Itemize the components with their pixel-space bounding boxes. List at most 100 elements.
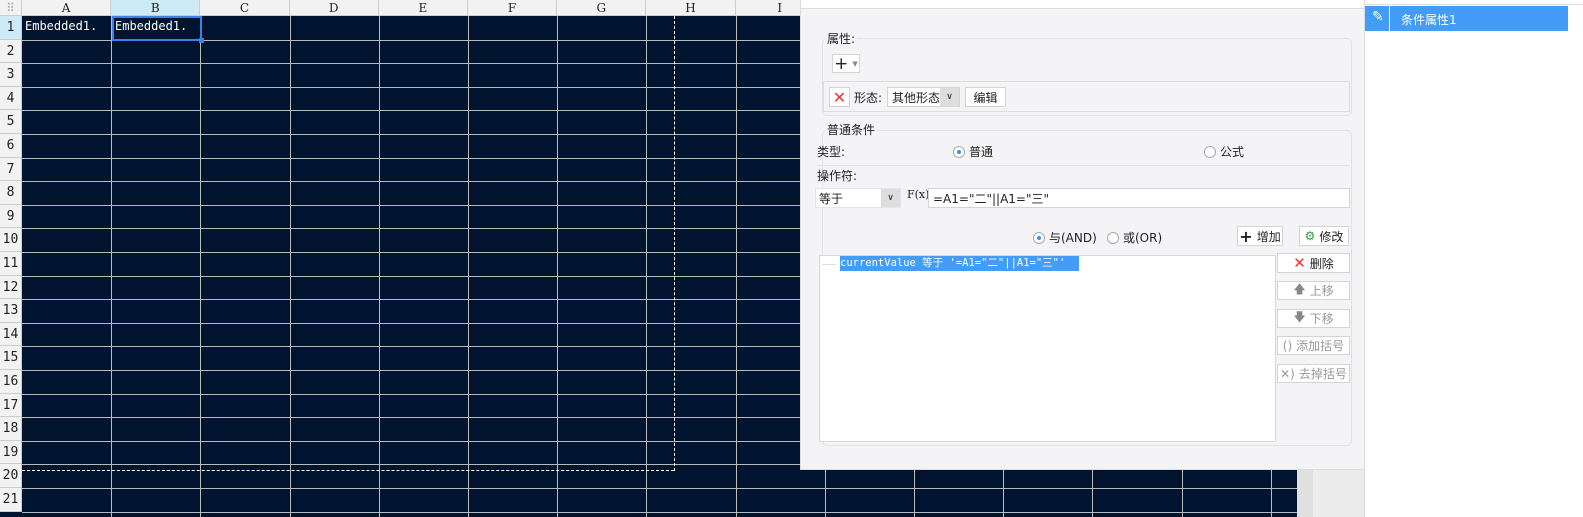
condition-list[interactable]: currentValue 等于 '=A1="二"||A1="三"' — [819, 255, 1276, 442]
move-up-button[interactable]: 🡅 上移 — [1277, 281, 1350, 300]
edit-button[interactable]: 编辑 — [965, 87, 1006, 107]
row-header-1[interactable]: 1 — [0, 16, 22, 40]
grid-line — [22, 346, 800, 348]
select-all-corner[interactable]: ⠿ — [0, 0, 22, 16]
pencil-icon: ✎ — [1372, 9, 1384, 25]
grid-line — [468, 16, 469, 517]
grid-line — [289, 16, 291, 517]
grid-line — [200, 16, 202, 517]
grid-line — [22, 86, 800, 88]
grid-line — [22, 440, 800, 442]
grid-line — [22, 417, 800, 419]
panel-header — [1365, 0, 1583, 5]
row-header-7[interactable]: 7 — [0, 157, 22, 182]
row-header-8[interactable]: 8 — [0, 181, 22, 205]
scroll-area — [1313, 470, 1364, 517]
column-header-c[interactable]: C — [200, 0, 290, 16]
row-header-18[interactable]: 18 — [0, 417, 22, 441]
condition-attribute-dialog: 属性: + ▼ ✕ 形态: 其他形态 ∨ 编辑 普通条件 类型: 普通 公式 操作符… — [800, 0, 1365, 470]
row-header-17[interactable]: 17 — [0, 393, 22, 418]
page-break-horizontal — [22, 470, 674, 471]
row-header-11[interactable]: 11 — [0, 252, 22, 276]
add-parenthesis-button[interactable]: () 添加括号 — [1277, 336, 1350, 355]
column-header-a[interactable]: A — [22, 0, 112, 16]
add-condition-button[interactable]: + 增加 — [1237, 226, 1283, 246]
delete-button[interactable]: ✕ 删除 — [1277, 253, 1350, 273]
grid-line — [22, 511, 1297, 513]
row-header-21[interactable]: 21 — [0, 488, 22, 512]
fill-handle[interactable] — [199, 38, 204, 43]
side-item-condition-1[interactable]: ✎ 条件属性1 — [1365, 6, 1568, 31]
column-header-f[interactable]: F — [468, 0, 558, 16]
row-header-2[interactable]: 2 — [0, 39, 22, 64]
remove-parenthesis-button[interactable]: ✕) 去掉括号 — [1277, 364, 1350, 383]
row-header-20[interactable]: 20 — [0, 464, 22, 488]
grid-line — [111, 16, 113, 517]
column-header-h[interactable]: H — [646, 0, 736, 16]
row-header-12[interactable]: 12 — [0, 275, 22, 300]
grid-line — [22, 275, 800, 277]
row-header-19[interactable]: 19 — [0, 440, 22, 465]
row-header-14[interactable]: 14 — [0, 322, 22, 347]
grid-line — [22, 252, 800, 253]
type-label: 类型: — [817, 145, 846, 159]
dialog-title-bar — [801, 0, 1365, 9]
row-header-10[interactable]: 10 — [0, 228, 22, 252]
row-header-6[interactable]: 6 — [0, 134, 22, 158]
grid-line — [1092, 470, 1094, 517]
type-radio-normal[interactable]: 普通 — [953, 143, 993, 160]
row-header-3[interactable]: 3 — [0, 63, 22, 87]
grid-line — [22, 63, 800, 65]
type-radio-formula[interactable]: 公式 — [1204, 143, 1244, 160]
form-label: 形态: — [854, 91, 883, 105]
tree-line — [822, 264, 836, 265]
column-header-g[interactable]: G — [557, 0, 647, 16]
divider — [817, 165, 1350, 166]
grid-line — [22, 181, 800, 183]
grid-line — [22, 134, 800, 135]
operator-label: 操作符: — [817, 169, 858, 183]
row-header-13[interactable]: 13 — [0, 299, 22, 323]
grid-line — [22, 322, 800, 324]
operator-dropdown[interactable]: 等于 ∨ — [815, 188, 901, 208]
row-header-4[interactable]: 4 — [0, 86, 22, 111]
condition-item[interactable]: currentValue 等于 '=A1="二"||A1="三"' — [840, 256, 1079, 271]
grid-line — [378, 16, 380, 517]
form-dropdown[interactable]: 其他形态 ∨ — [887, 87, 960, 107]
add-attribute-button[interactable]: + ▼ — [832, 54, 860, 74]
page-break-vertical — [674, 16, 675, 471]
grid-line — [22, 110, 800, 112]
row-header-16[interactable]: 16 — [0, 370, 22, 394]
attributes-group-label: 属性: — [825, 30, 858, 47]
grid-line — [22, 370, 800, 371]
scroll-area — [1297, 470, 1313, 517]
selected-cell-outline — [112, 16, 202, 41]
cell-a1[interactable]: Embedded1. — [25, 19, 97, 33]
grid-line — [22, 488, 1297, 489]
remove-attribute-icon[interactable]: ✕ — [829, 87, 850, 107]
grid-line — [22, 204, 800, 206]
grid-line — [1003, 470, 1005, 517]
modify-condition-button[interactable]: ⚙ 修改 — [1299, 226, 1349, 246]
column-header-d[interactable]: D — [289, 0, 379, 16]
grid-line — [735, 16, 737, 517]
grid-line — [22, 393, 800, 395]
move-down-button[interactable]: 🡇 下移 — [1277, 309, 1350, 328]
row-header-5[interactable]: 5 — [0, 110, 22, 134]
grid-line — [22, 464, 800, 466]
row-header-9[interactable]: 9 — [0, 204, 22, 229]
formula-input[interactable]: =A1="二"||A1="三" — [928, 188, 1350, 208]
grid-line — [824, 470, 826, 517]
column-header-e[interactable]: E — [378, 0, 468, 16]
grid-line — [22, 228, 800, 230]
grid-line — [1181, 470, 1183, 517]
grid-line — [557, 16, 559, 517]
row-header-15[interactable]: 15 — [0, 346, 22, 370]
formula-editor-icon[interactable]: F(x) — [907, 188, 929, 201]
logic-radio-or[interactable]: 或(OR) — [1107, 229, 1162, 246]
grid-line — [646, 16, 648, 517]
logic-radio-and[interactable]: 与(AND) — [1033, 229, 1097, 246]
column-header-b[interactable]: B — [111, 0, 201, 16]
grid-line — [22, 157, 800, 159]
condition-list-panel: ✎ 条件属性1 — [1364, 0, 1583, 517]
